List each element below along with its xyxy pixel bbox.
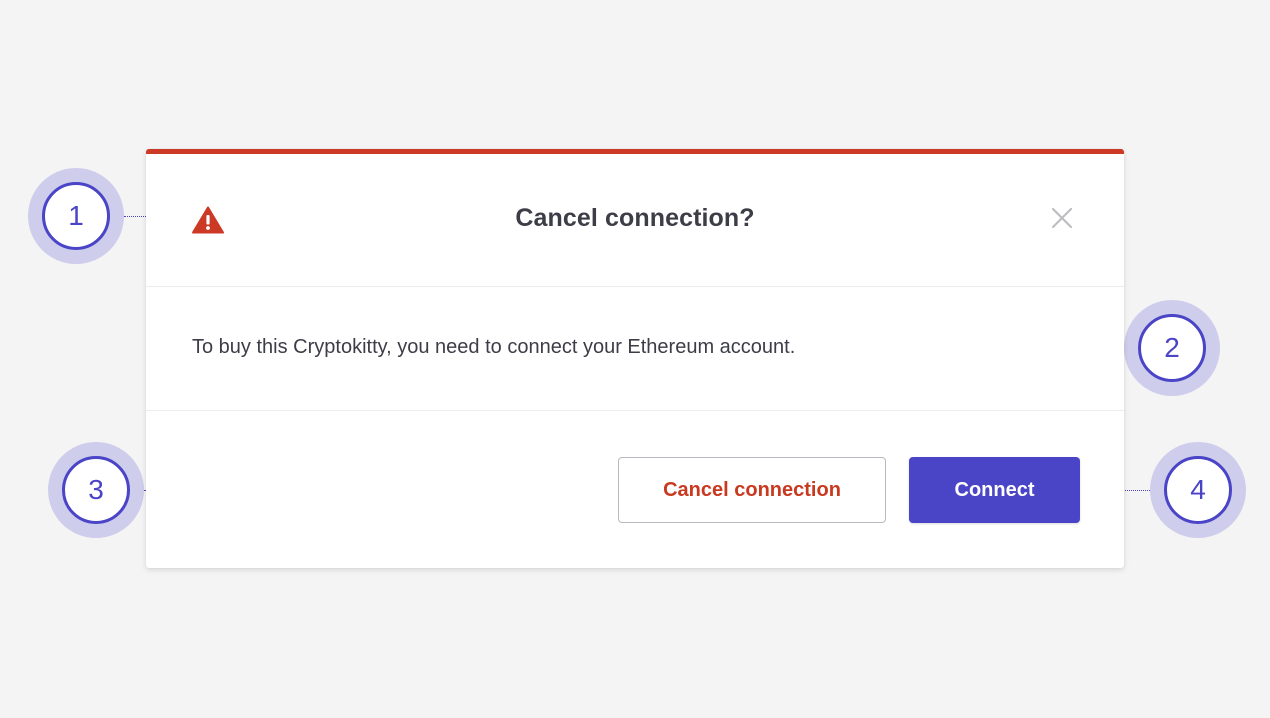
callout-marker-3: 3: [48, 442, 144, 538]
callout-1-leader: [124, 216, 146, 217]
callout-number: 4: [1164, 456, 1232, 524]
callout-number: 2: [1138, 314, 1206, 382]
dialog-message: To buy this Cryptokitty, you need to con…: [192, 336, 796, 358]
callout-marker-4: 4: [1150, 442, 1246, 538]
dialog-title: Cancel connection?: [515, 204, 755, 232]
confirm-dialog: Cancel connection? To buy this Cryptokit…: [146, 149, 1124, 568]
dialog-body: To buy this Cryptokitty, you need to con…: [146, 287, 1124, 411]
callout-marker-1: 1: [28, 168, 124, 264]
callout-marker-2: 2: [1124, 300, 1220, 396]
callout-number: 1: [42, 182, 110, 250]
connect-button[interactable]: Connect: [909, 457, 1080, 523]
cancel-connection-button[interactable]: Cancel connection: [618, 457, 886, 523]
close-icon[interactable]: [1048, 204, 1076, 232]
dialog-header: Cancel connection?: [146, 154, 1124, 287]
callout-number: 3: [62, 456, 130, 524]
